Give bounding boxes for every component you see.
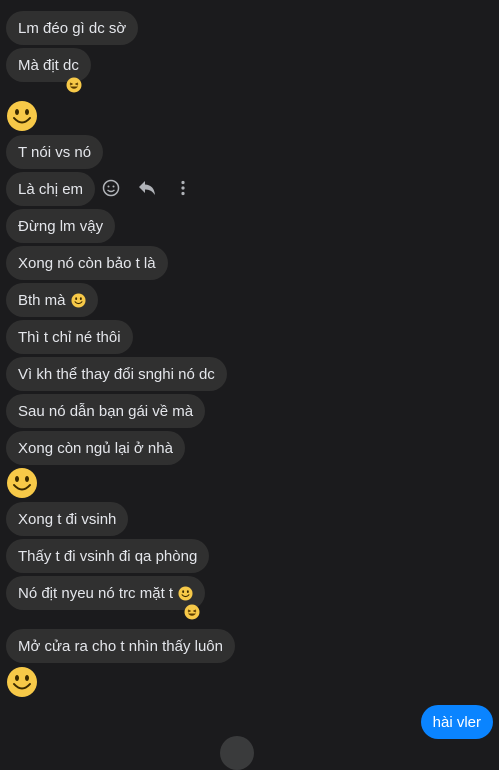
message-bubble[interactable]: Sau nó dẫn bạn gái về mà [6,394,206,428]
smile-emoji-icon [71,292,86,308]
message-text: Nó địt nyeu nó trc mặt t [18,584,174,602]
message-actions [100,176,194,200]
message-text: Vì kh thể thay đổi snghi nó dc [18,365,215,383]
message-bubble[interactable]: Đừng lm vậy [6,209,116,243]
message-bubble[interactable]: Là chị em [6,172,96,206]
message-text: Thấy t đi vsinh đi qa phòng [18,547,198,565]
laughing-emoji-icon[interactable] [66,77,82,93]
react-icon[interactable] [100,177,122,199]
message-text: Lm đéo gì dc sờ [18,19,127,37]
message-text: Đừng lm vậy [18,217,104,235]
message-bubble[interactable]: T nói vs nó [6,135,104,169]
message-bubble[interactable]: Lm đéo gì dc sờ [6,11,139,45]
message-text: Thì t chỉ né thôi [18,328,121,346]
scroll-to-bottom-button[interactable] [220,736,254,770]
message-text: Xong t đi vsinh [18,510,117,528]
more-icon[interactable] [172,177,194,199]
message-bubble[interactable]: Thấy t đi vsinh đi qa phòng [6,539,210,573]
message-text: Sau nó dẫn bạn gái về mà [18,402,194,420]
message-text: Là chị em [18,180,84,198]
message-bubble[interactable]: Thì t chỉ né thôi [6,320,133,354]
smile-emoji-icon [7,468,37,498]
message-bubble[interactable]: Xong nó còn bảo t là [6,246,168,280]
message-text: hài vler [432,713,481,731]
smile-emoji-icon [7,667,37,697]
reply-icon[interactable] [136,177,158,199]
message-text: Mở cửa ra cho t nhìn thấy luôn [18,637,223,655]
message-bubble[interactable]: Nó địt nyeu nó trc mặt t [6,576,206,610]
message-text: Bth mà [18,291,66,309]
message-text: Mà địt dc [18,56,79,74]
message-text: T nói vs nó [18,143,92,161]
message-bubble[interactable]: Xong t đi vsinh [6,502,129,536]
message-text: Xong nó còn bảo t là [18,254,156,272]
smile-emoji-icon [7,101,37,131]
message-bubble[interactable]: Xong còn ngủ lại ở nhà [6,431,185,465]
message-text: Xong còn ngủ lại ở nhà [18,439,173,457]
laughing-emoji-icon[interactable] [184,604,200,620]
message-bubble[interactable]: Mở cửa ra cho t nhìn thấy luôn [6,629,235,663]
message-bubble[interactable]: Bth mà [6,283,98,317]
sent-message-bubble[interactable]: hài vler [420,705,493,739]
smile-emoji-icon [178,585,193,601]
message-bubble[interactable]: Vì kh thể thay đổi snghi nó dc [6,357,227,391]
